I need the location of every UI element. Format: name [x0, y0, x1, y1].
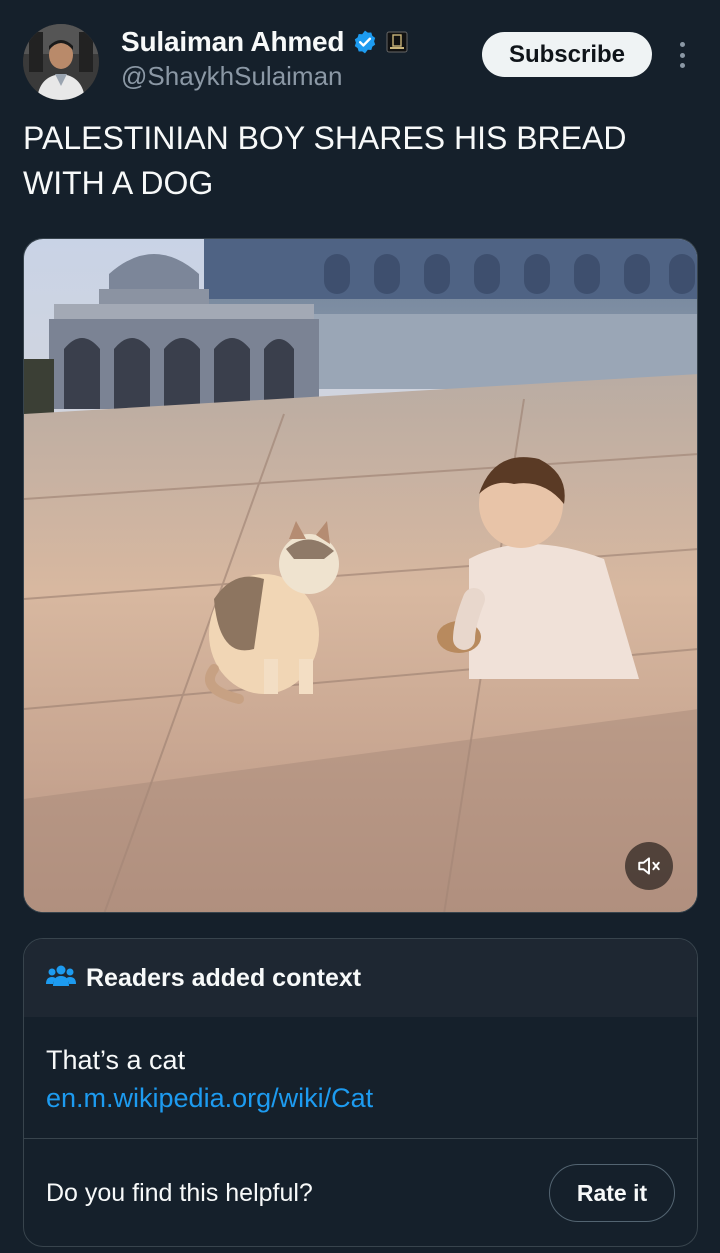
author-name-row: Sulaiman Ahmed: [121, 26, 408, 58]
divider: [24, 1138, 697, 1139]
community-note-body: That’s a cat en.m.wikipedia.org/wiki/Cat: [24, 1017, 697, 1137]
community-note-header: Readers added context: [24, 939, 697, 1017]
community-note-link[interactable]: en.m.wikipedia.org/wiki/Cat: [46, 1079, 675, 1117]
affiliation-badge-icon[interactable]: [386, 31, 408, 53]
avatar-image: [23, 24, 99, 100]
subscribe-button[interactable]: Subscribe: [482, 32, 652, 77]
more-vertical-icon[interactable]: [672, 38, 692, 72]
tweet-video[interactable]: [23, 238, 698, 913]
verified-badge-icon[interactable]: [352, 29, 378, 55]
speaker-muted-icon[interactable]: [625, 842, 673, 890]
community-note-text: That’s a cat: [46, 1045, 186, 1075]
tweet-text: PALESTINIAN BOY SHARES HIS BREAD WITH A …: [23, 120, 627, 201]
avatar[interactable]: [23, 24, 99, 100]
tweet: Sulaiman Ahmed @ShaykhSulaiman Subscribe…: [0, 0, 720, 1253]
video-frame: [24, 239, 697, 912]
community-note-title: Readers added context: [86, 963, 362, 992]
people-icon: [46, 964, 76, 993]
rate-it-button[interactable]: Rate it: [549, 1164, 675, 1222]
helpful-prompt: Do you find this helpful?: [46, 1179, 313, 1207]
author-name[interactable]: Sulaiman Ahmed: [121, 26, 345, 58]
author-handle[interactable]: @ShaykhSulaiman: [121, 61, 343, 92]
community-note: Readers added context That’s a cat en.m.…: [23, 938, 698, 1247]
